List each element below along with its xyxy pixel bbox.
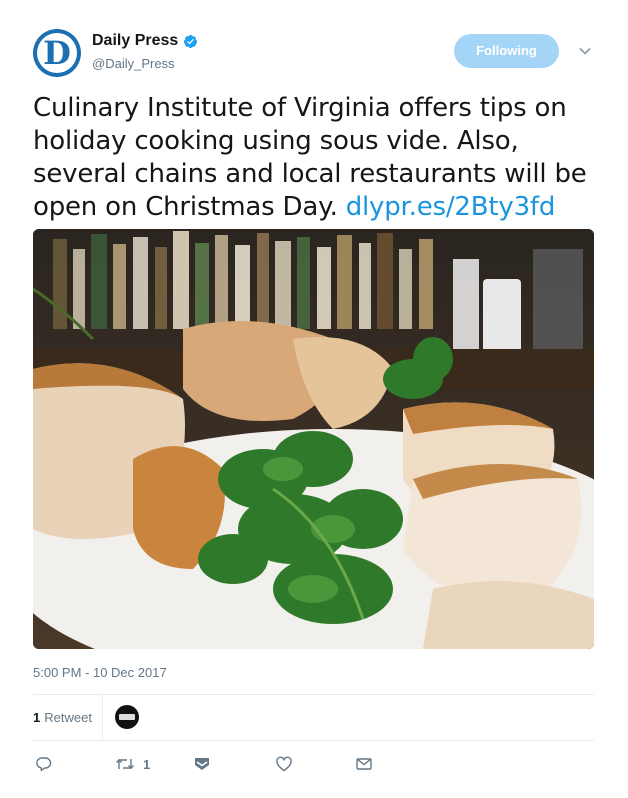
- retweet-icon: [116, 759, 134, 769]
- name-row: Daily Press: [92, 32, 198, 50]
- share-via-dm-button[interactable]: [355, 752, 373, 776]
- reply-icon: [36, 757, 52, 772]
- tweet-photo[interactable]: [33, 229, 594, 649]
- direct-message-button[interactable]: [193, 752, 211, 776]
- mail-icon: [356, 758, 372, 770]
- reply-button[interactable]: [35, 752, 53, 776]
- avatar[interactable]: D: [33, 29, 81, 77]
- retweet-stat[interactable]: 1 Retweet: [33, 710, 92, 725]
- retweet-stat-count: 1: [33, 709, 41, 725]
- stats-separator: [101, 694, 103, 740]
- user-handle[interactable]: @Daily_Press: [92, 56, 175, 71]
- retweeter-avatar[interactable]: [114, 705, 139, 729]
- following-button[interactable]: Following: [454, 34, 559, 68]
- display-name[interactable]: Daily Press: [92, 32, 178, 50]
- tweet-stats: 1 Retweet: [33, 694, 594, 740]
- chevron-down-icon[interactable]: [576, 42, 594, 60]
- tweet-link[interactable]: dlypr.es/2Bty3fd: [346, 192, 556, 222]
- divider-bottom: [33, 740, 594, 741]
- tweet-text: Culinary Institute of Virginia offers ti…: [33, 92, 608, 224]
- retweet-action-count: 1: [143, 756, 151, 772]
- avatar-letter: D: [43, 34, 71, 72]
- dm-icon: [195, 758, 209, 770]
- tweet-timestamp[interactable]: 5:00 PM - 10 Dec 2017: [33, 665, 167, 680]
- like-button[interactable]: [275, 752, 293, 776]
- retweet-button[interactable]: 1: [115, 752, 150, 776]
- tweet-card: D Daily Press @Daily_Press Following Cul…: [0, 0, 628, 798]
- tweet-actions: 1: [33, 752, 594, 776]
- like-icon: [276, 756, 292, 772]
- retweet-stat-label: Retweet: [44, 709, 92, 725]
- verified-icon: [183, 34, 198, 49]
